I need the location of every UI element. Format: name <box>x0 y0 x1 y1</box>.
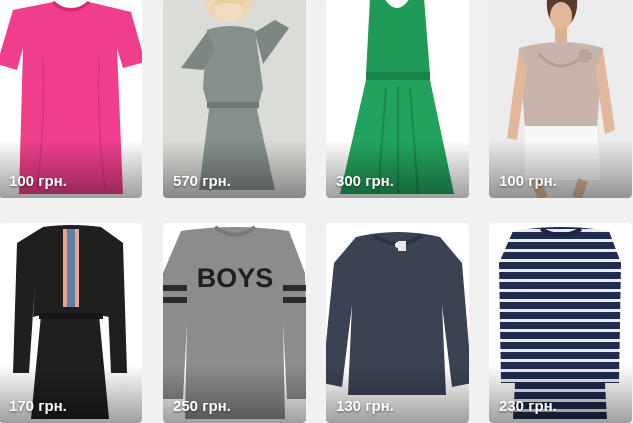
product-price: 100 грн. <box>9 173 67 190</box>
product-grid: 100 грн. 570 грн. 300 грн. 100 грн. 170 … <box>0 0 633 423</box>
product-price: 300 грн. <box>336 173 394 190</box>
product-price: 230 грн. <box>499 398 557 415</box>
product-price: 170 грн. <box>9 398 67 415</box>
product-price: 570 грн. <box>173 173 231 190</box>
product-card[interactable]: 570 грн. <box>163 0 306 198</box>
sweatshirt-print-text: BOYS <box>197 263 274 293</box>
product-card[interactable]: 100 грн. <box>489 0 632 198</box>
product-card[interactable]: 100 грн. <box>0 0 142 198</box>
product-card[interactable]: 130 грн. <box>326 223 469 423</box>
product-price: 130 грн. <box>336 398 394 415</box>
product-card[interactable]: 170 грн. <box>0 223 142 423</box>
product-price: 250 грн. <box>173 398 231 415</box>
product-card[interactable]: 230 грн. <box>489 223 632 423</box>
product-price: 100 грн. <box>499 173 557 190</box>
product-card[interactable]: 300 грн. <box>326 0 469 198</box>
product-card[interactable]: BOYS 250 грн. <box>163 223 306 423</box>
